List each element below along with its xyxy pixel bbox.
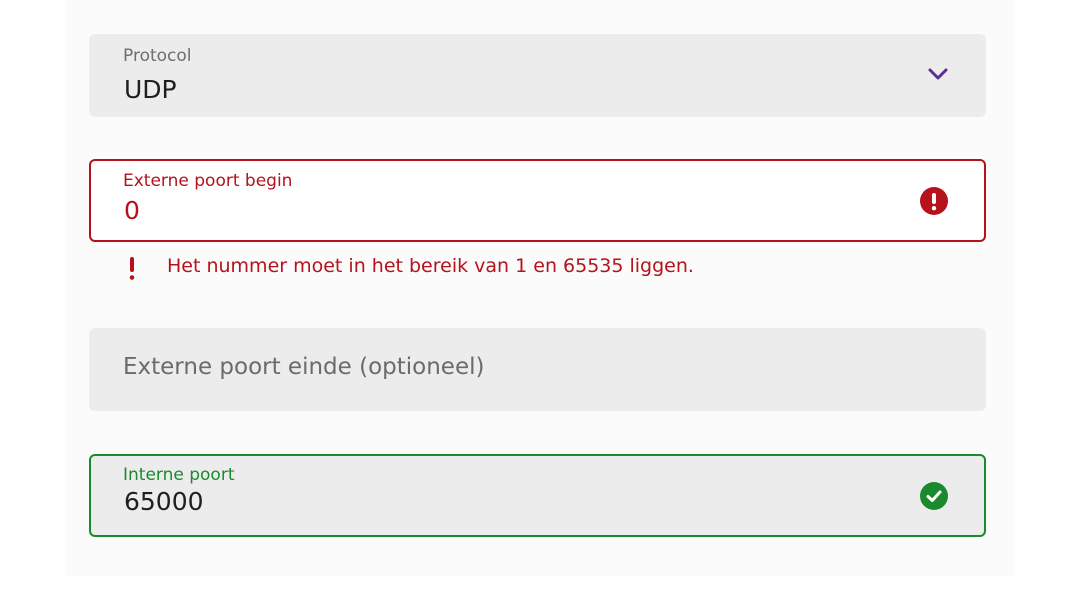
protocol-value: UDP bbox=[124, 75, 177, 104]
external-port-end-field[interactable]: Externe poort einde (optioneel) bbox=[89, 328, 986, 411]
internal-port-label: Interne poort bbox=[123, 465, 235, 485]
external-port-begin-field[interactable]: Externe poort begin 0 bbox=[89, 159, 986, 242]
error-message: Het nummer moet in het bereik van 1 en 6… bbox=[167, 255, 694, 277]
chevron-down-icon[interactable] bbox=[926, 66, 950, 82]
external-port-end-placeholder: Externe poort einde (optioneel) bbox=[123, 354, 485, 380]
error-circle-icon bbox=[920, 187, 948, 215]
external-port-begin-label: Externe poort begin bbox=[123, 171, 293, 191]
protocol-select[interactable]: Protocol UDP bbox=[89, 34, 986, 117]
internal-port-value: 65000 bbox=[124, 487, 204, 516]
protocol-label: Protocol bbox=[123, 46, 192, 66]
internal-port-field[interactable]: Interne poort 65000 bbox=[89, 454, 986, 537]
check-circle-icon bbox=[920, 482, 948, 510]
external-port-begin-value: 0 bbox=[124, 196, 140, 225]
exclamation-icon bbox=[124, 255, 140, 281]
